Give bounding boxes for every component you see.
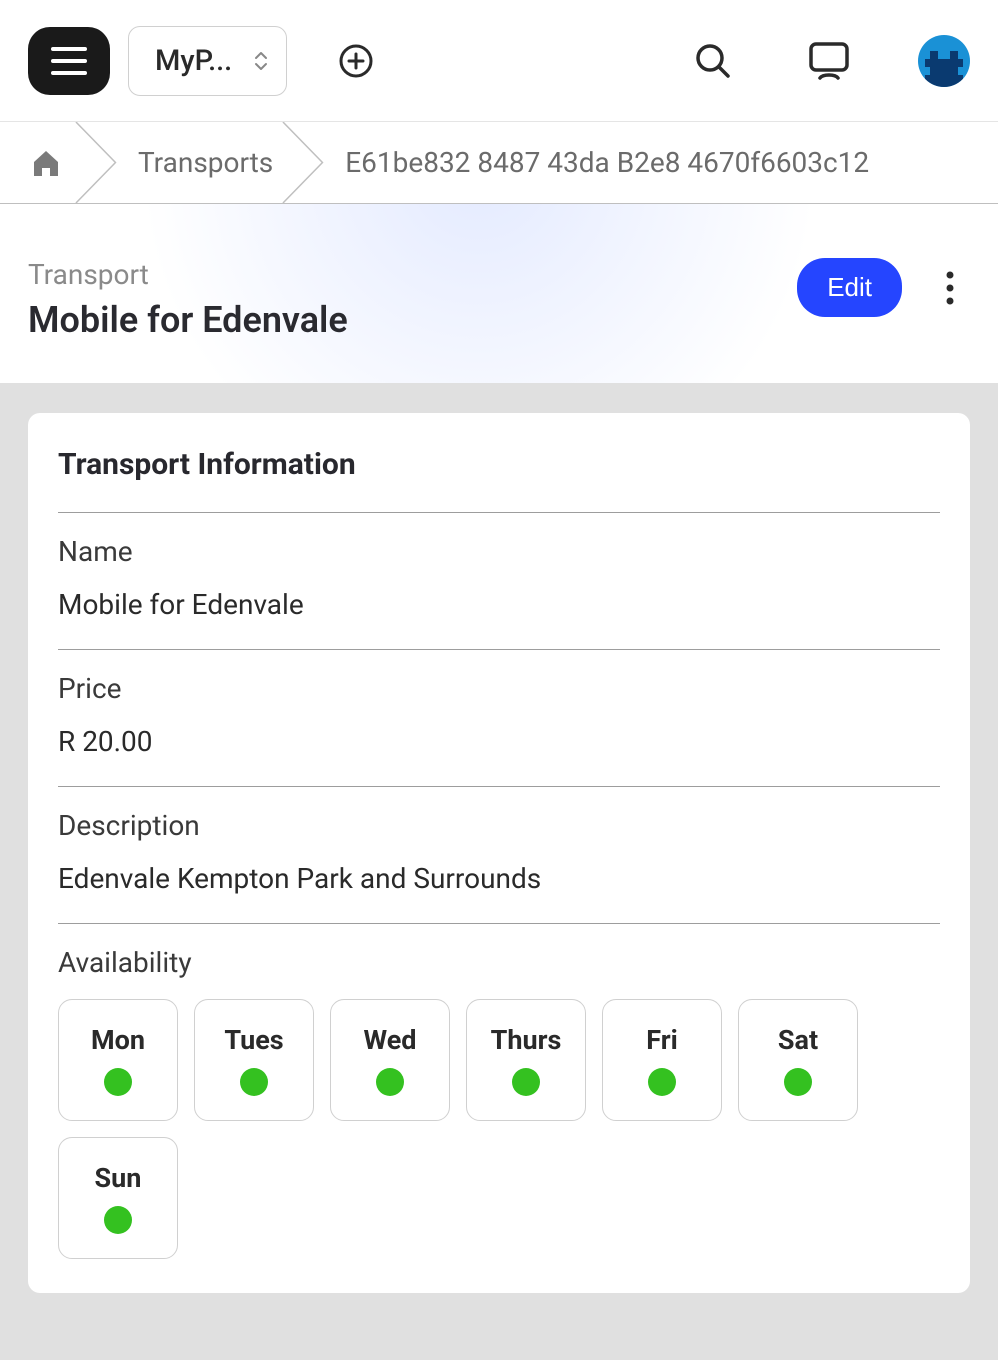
status-dot-icon — [376, 1068, 404, 1096]
field-description-value: Edenvale Kempton Park and Surrounds — [58, 862, 940, 895]
monitor-icon — [808, 41, 850, 81]
status-dot-icon — [104, 1206, 132, 1234]
day-chip-label: Sun — [95, 1162, 142, 1194]
field-price-value: R 20.00 — [58, 725, 940, 758]
content-area: Transport Information Name Mobile for Ed… — [0, 383, 998, 1323]
breadcrumb-home[interactable] — [0, 122, 96, 203]
chevron-updown-icon — [254, 50, 268, 72]
hamburger-icon — [51, 47, 87, 75]
search-icon — [694, 42, 732, 80]
day-chip-label: Sat — [778, 1024, 818, 1056]
day-chip-label: Thurs — [491, 1024, 562, 1056]
field-price-label: Price — [58, 672, 940, 705]
field-description: Description Edenvale Kempton Park and Su… — [58, 786, 940, 895]
breadcrumb-section-label: Transports — [138, 146, 273, 179]
day-chip-label: Tues — [224, 1024, 283, 1056]
field-price: Price R 20.00 — [58, 649, 940, 758]
day-chip: Tues — [194, 999, 314, 1121]
menu-button[interactable] — [28, 27, 110, 95]
status-dot-icon — [240, 1068, 268, 1096]
status-dot-icon — [104, 1068, 132, 1096]
field-description-label: Description — [58, 809, 940, 842]
home-icon — [30, 148, 62, 178]
field-name-label: Name — [58, 535, 940, 568]
status-dot-icon — [784, 1068, 812, 1096]
more-vertical-icon — [946, 271, 954, 305]
day-chip: Fri — [602, 999, 722, 1121]
day-chip: Mon — [58, 999, 178, 1121]
status-dot-icon — [648, 1068, 676, 1096]
field-name: Name Mobile for Edenvale — [58, 512, 940, 621]
breadcrumb: Transports E61be832 8487 43da B2e8 4670f… — [0, 122, 998, 204]
transport-info-card: Transport Information Name Mobile for Ed… — [28, 413, 970, 1293]
avatar-image — [925, 51, 963, 87]
header-actions: Edit — [797, 258, 970, 317]
avatar[interactable] — [918, 35, 970, 87]
page-header: Transport Mobile for Edenvale Edit — [0, 204, 998, 383]
edit-button[interactable]: Edit — [797, 258, 902, 317]
desktop-button[interactable] — [804, 36, 854, 86]
day-chip: Sat — [738, 999, 858, 1121]
add-button[interactable] — [329, 34, 383, 88]
day-chip-label: Mon — [91, 1024, 145, 1056]
project-selector[interactable]: MyP... — [128, 26, 287, 96]
availability-section: Availability Mon Tues Wed Thurs Fri Sat Sun — [58, 923, 940, 1259]
more-actions-button[interactable] — [930, 268, 970, 308]
project-selector-label: MyP... — [155, 44, 232, 78]
breadcrumb-current: E61be832 8487 43da B2e8 4670f6603c12 — [303, 122, 998, 203]
day-chip-label: Fri — [646, 1024, 678, 1056]
search-button[interactable] — [688, 36, 738, 86]
breadcrumb-id-label: E61be832 8487 43da B2e8 4670f6603c12 — [345, 146, 869, 179]
availability-label: Availability — [58, 946, 940, 979]
topbar: MyP... — [0, 0, 998, 122]
status-dot-icon — [512, 1068, 540, 1096]
day-chip: Wed — [330, 999, 450, 1121]
day-chip-label: Wed — [364, 1024, 417, 1056]
breadcrumb-transports[interactable]: Transports — [96, 122, 303, 203]
field-name-value: Mobile for Edenvale — [58, 588, 940, 621]
days-grid: Mon Tues Wed Thurs Fri Sat Sun — [58, 999, 940, 1259]
plus-circle-icon — [339, 44, 373, 78]
day-chip: Sun — [58, 1137, 178, 1259]
day-chip: Thurs — [466, 999, 586, 1121]
card-title: Transport Information — [58, 447, 940, 482]
